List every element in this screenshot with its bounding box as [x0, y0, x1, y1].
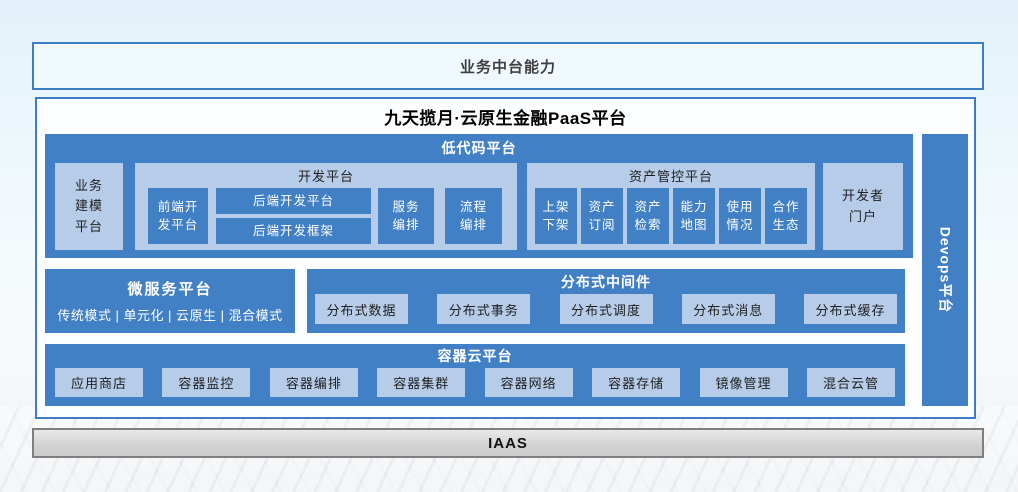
- business-modeling-line1: 业务: [75, 176, 103, 196]
- asset-item-usage: 使用 情况: [719, 188, 761, 244]
- iaas-label: IAAS: [488, 435, 528, 452]
- container-item-network: 容器网络: [485, 368, 573, 397]
- asset-item-line: 资产: [588, 198, 615, 216]
- middleware-items-row: 分布式数据 分布式事务 分布式调度 分布式消息 分布式缓存: [315, 294, 897, 324]
- developer-portal-line2: 门户: [849, 207, 877, 228]
- frontend-dev-line1: 前端开: [158, 198, 199, 216]
- asset-item-line: 地图: [680, 216, 707, 234]
- devops-platform-bar: Devops平台: [922, 134, 968, 406]
- architecture-diagram: 业务中台能力 九天揽月·云原生金融PaaS平台 低代码平台 业务 建模 平台 开…: [0, 0, 1018, 492]
- asset-item-line: 下架: [542, 216, 569, 234]
- backend-dev-platform: 后端开发平台: [216, 188, 371, 214]
- middleware-item-transaction: 分布式事务: [437, 294, 530, 324]
- asset-item-line: 生态: [772, 216, 799, 234]
- dev-platform-group: 开发平台 前端开 发平台 后端开发平台 后端开发框架 服务 编排 流程 编排: [135, 163, 517, 250]
- middleware-item-cache: 分布式缓存: [804, 294, 897, 324]
- service-orch-line2: 编排: [392, 216, 419, 234]
- asset-item-line: 能力: [680, 198, 707, 216]
- asset-item-line: 资产: [634, 198, 661, 216]
- devops-platform-label: Devops平台: [935, 227, 955, 314]
- asset-item-line: 上架: [542, 198, 569, 216]
- microservice-platform-subtitle: 传统模式 | 单元化 | 云原生 | 混合模式: [45, 305, 295, 324]
- asset-item-line: 检索: [634, 216, 661, 234]
- lowcode-platform-title: 低代码平台: [45, 138, 913, 158]
- container-items-row: 应用商店 容器监控 容器编排 容器集群 容器网络 容器存储 镜像管理 混合云管: [55, 368, 895, 397]
- service-orchestration: 服务 编排: [378, 188, 434, 244]
- container-item-app-store: 应用商店: [55, 368, 143, 397]
- asset-item-line: 情况: [726, 216, 753, 234]
- business-modeling-line3: 平台: [75, 217, 103, 237]
- process-orch-line2: 编排: [460, 216, 487, 234]
- iaas-layer-bar: IAAS: [32, 428, 984, 458]
- business-midplatform-label: 业务中台能力: [460, 56, 556, 77]
- container-item-monitoring: 容器监控: [162, 368, 250, 397]
- distributed-middleware-title: 分布式中间件: [307, 272, 905, 292]
- container-cloud-section: 容器云平台 应用商店 容器监控 容器编排 容器集群 容器网络 容器存储 镜像管理…: [45, 344, 905, 406]
- backend-dev-platform-label: 后端开发平台: [253, 192, 334, 210]
- container-item-hybrid-cloud: 混合云管: [807, 368, 895, 397]
- paas-platform-title: 九天揽月·云原生金融PaaS平台: [37, 104, 974, 129]
- container-cloud-title: 容器云平台: [45, 346, 905, 366]
- frontend-dev-platform: 前端开 发平台: [148, 188, 208, 244]
- middleware-item-message: 分布式消息: [682, 294, 775, 324]
- asset-item-ecosystem: 合作 生态: [765, 188, 807, 244]
- backend-dev-framework: 后端开发框架: [216, 218, 371, 244]
- business-modeling-platform: 业务 建模 平台: [55, 163, 123, 250]
- microservice-platform-section: 微服务平台 传统模式 | 单元化 | 云原生 | 混合模式: [45, 269, 295, 333]
- process-orchestration: 流程 编排: [445, 188, 502, 244]
- container-item-storage: 容器存储: [592, 368, 680, 397]
- developer-portal: 开发者 门户: [823, 163, 903, 250]
- middleware-item-data: 分布式数据: [315, 294, 408, 324]
- asset-item-line: 使用: [726, 198, 753, 216]
- asset-item-subscribe: 资产 订阅: [581, 188, 623, 244]
- paas-platform-box: 九天揽月·云原生金融PaaS平台 低代码平台 业务 建模 平台 开发平台 前端开…: [35, 97, 976, 419]
- business-midplatform-banner: 业务中台能力: [32, 42, 984, 90]
- container-item-orchestration: 容器编排: [270, 368, 358, 397]
- middleware-item-scheduling: 分布式调度: [560, 294, 653, 324]
- asset-item-shelf: 上架 下架: [535, 188, 577, 244]
- asset-item-line: 订阅: [588, 216, 615, 234]
- asset-item-capability-map: 能力 地图: [673, 188, 715, 244]
- process-orch-line1: 流程: [460, 198, 487, 216]
- distributed-middleware-section: 分布式中间件 分布式数据 分布式事务 分布式调度 分布式消息 分布式缓存: [307, 269, 905, 333]
- service-orch-line1: 服务: [392, 198, 419, 216]
- microservice-platform-title: 微服务平台: [45, 278, 295, 299]
- business-modeling-line2: 建模: [75, 196, 103, 216]
- asset-control-platform-title: 资产管控平台: [527, 166, 815, 185]
- asset-item-search: 资产 检索: [627, 188, 669, 244]
- dev-platform-title: 开发平台: [135, 166, 517, 185]
- asset-items-row: 上架 下架 资产 订阅 资产 检索 能力 地图: [535, 188, 807, 244]
- frontend-dev-line2: 发平台: [158, 216, 199, 234]
- developer-portal-line1: 开发者: [842, 186, 884, 207]
- backend-dev-framework-label: 后端开发框架: [253, 222, 334, 240]
- container-item-image-mgmt: 镜像管理: [700, 368, 788, 397]
- asset-control-platform-group: 资产管控平台 上架 下架 资产 订阅 资产 检索 能力: [527, 163, 815, 250]
- container-item-cluster: 容器集群: [377, 368, 465, 397]
- lowcode-platform-section: 低代码平台 业务 建模 平台 开发平台 前端开 发平台 后端开发平台 后端开发框…: [45, 134, 913, 258]
- asset-item-line: 合作: [772, 198, 799, 216]
